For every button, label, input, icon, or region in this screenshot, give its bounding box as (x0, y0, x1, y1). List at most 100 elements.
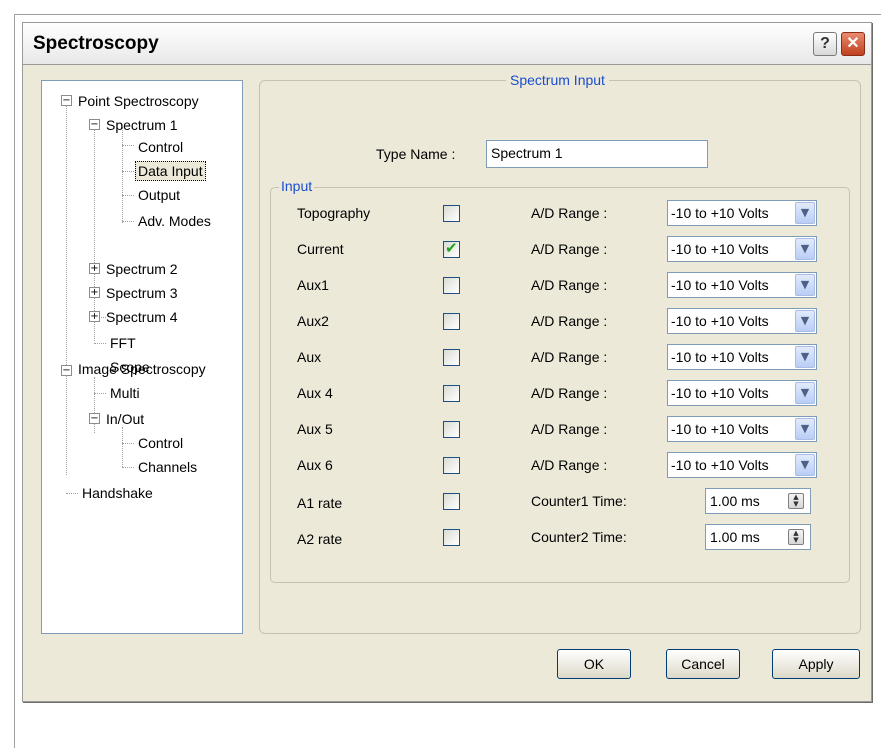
tree-line (122, 127, 123, 223)
tree-item-fft[interactable]: FFT (110, 334, 136, 352)
ad-range-label: A/D Range : (531, 457, 608, 473)
ad-range-select[interactable]: -10 to +10 Volts ▼ (667, 272, 817, 298)
tree-line (122, 171, 134, 172)
chevron-down-icon[interactable]: ▼ (795, 346, 815, 368)
tree-item-spectrum-1[interactable]: Spectrum 1 (106, 116, 178, 134)
chevron-down-icon[interactable]: ▼ (795, 274, 815, 296)
channel-checkbox[interactable] (443, 385, 460, 402)
rate-checkbox[interactable] (443, 493, 460, 510)
ad-range-select[interactable]: -10 to +10 Volts ▼ (667, 236, 817, 262)
tree-item-handshake[interactable]: Handshake (82, 484, 153, 502)
ok-button[interactable]: OK (557, 649, 631, 679)
expand-icon[interactable]: + (89, 311, 100, 322)
chevron-down-icon[interactable]: ▼ (795, 454, 815, 476)
collapse-icon[interactable]: − (89, 119, 100, 130)
tree-item-output[interactable]: Output (138, 186, 180, 204)
navigation-tree[interactable]: − − + + + − − Point Spectroscopy Spectru… (41, 80, 243, 634)
ad-range-label: A/D Range : (531, 205, 608, 221)
ad-range-value: -10 to +10 Volts (671, 457, 769, 473)
chevron-down-icon[interactable]: ▼ (795, 238, 815, 260)
channel-checkbox[interactable] (443, 313, 460, 330)
ad-range-value: -10 to +10 Volts (671, 241, 769, 257)
ad-range-value: -10 to +10 Volts (671, 349, 769, 365)
ad-range-select[interactable]: -10 to +10 Volts ▼ (667, 344, 817, 370)
chevron-down-icon[interactable]: ▼ (795, 418, 815, 440)
input-group-caption: Input (279, 178, 315, 194)
ad-range-value: -10 to +10 Volts (671, 313, 769, 329)
channel-checkbox[interactable] (443, 421, 460, 438)
tree-item-multi[interactable]: Multi (110, 384, 140, 402)
channel-checkbox[interactable] (443, 277, 460, 294)
tree-item-channels[interactable]: Channels (138, 458, 197, 476)
rate-label: A2 rate (297, 531, 343, 547)
channel-label: Aux 6 (297, 457, 333, 473)
tree-line (94, 377, 95, 433)
ad-range-select[interactable]: -10 to +10 Volts ▼ (667, 308, 817, 334)
cancel-button[interactable]: Cancel (666, 649, 740, 679)
counter-time-value: 1.00 ms (710, 529, 760, 545)
spectrum-input-panel: Spectrum Input Type Name : Spectrum 1 In… (259, 72, 861, 634)
ad-range-select[interactable]: -10 to +10 Volts ▼ (667, 416, 817, 442)
channel-label: Aux (297, 349, 322, 365)
expand-icon[interactable]: + (89, 263, 100, 274)
tree-item-spectrum-2[interactable]: Spectrum 2 (106, 260, 178, 278)
tree-item-spectrum-4[interactable]: Spectrum 4 (106, 308, 178, 326)
counter-time-label: Counter2 Time: (531, 529, 627, 545)
tree-line (122, 221, 134, 222)
title-bar: Spectroscopy ? ✕ (23, 23, 871, 65)
chevron-down-icon[interactable]: ▼ (795, 382, 815, 404)
counter-time-label: Counter1 Time: (531, 493, 627, 509)
counter-time-value: 1.00 ms (710, 493, 760, 509)
collapse-icon[interactable]: − (61, 95, 72, 106)
chevron-down-icon[interactable]: ▼ (795, 310, 815, 332)
expand-icon[interactable]: + (89, 287, 100, 298)
channel-label: Aux 4 (297, 385, 333, 401)
ad-range-label: A/D Range : (531, 385, 608, 401)
channel-checkbox[interactable] (443, 457, 460, 474)
tree-item-image-spectroscopy[interactable]: Image Spectroscopy (78, 360, 206, 378)
counter-time-input[interactable]: 1.00 ms ▲ ▼ (705, 524, 811, 550)
tree-item-adv-modes[interactable]: Adv. Modes (138, 212, 211, 230)
tree-line (66, 101, 67, 475)
chevron-down-icon[interactable]: ▼ (795, 202, 815, 224)
collapse-icon[interactable]: − (89, 413, 100, 424)
tree-item-control-2[interactable]: Control (138, 434, 183, 452)
input-group: Input Topography A/D Range : -10 to +10 … (270, 178, 850, 583)
rate-checkbox[interactable] (443, 529, 460, 546)
window-title: Spectroscopy (33, 33, 159, 54)
spin-arrows-icon[interactable]: ▲ ▼ (788, 529, 804, 545)
channel-checkbox[interactable] (443, 205, 460, 222)
collapse-icon[interactable]: − (61, 365, 72, 376)
tree-item-point-spectroscopy[interactable]: Point Spectroscopy (78, 92, 199, 110)
ad-range-select[interactable]: -10 to +10 Volts ▼ (667, 380, 817, 406)
ad-range-label: A/D Range : (531, 277, 608, 293)
spectroscopy-dialog: Spectroscopy ? ✕ − − + + + − − Point Spe… (22, 22, 872, 702)
tree-line (66, 493, 78, 494)
tree-item-spectrum-3[interactable]: Spectrum 3 (106, 284, 178, 302)
tree-item-in-out[interactable]: In/Out (106, 410, 144, 428)
channel-checkbox[interactable] (443, 349, 460, 366)
ad-range-select[interactable]: -10 to +10 Volts ▼ (667, 200, 817, 226)
ad-range-value: -10 to +10 Volts (671, 385, 769, 401)
channel-checkbox[interactable]: ✔ (443, 239, 460, 258)
type-name-input[interactable]: Spectrum 1 (486, 140, 708, 168)
close-button[interactable]: ✕ (841, 32, 865, 56)
apply-button[interactable]: Apply (772, 649, 860, 679)
tree-item-data-input[interactable]: Data Input (135, 161, 206, 181)
tree-line (94, 343, 106, 344)
channel-label: Topography (297, 205, 371, 221)
tree-line (94, 127, 95, 341)
ad-range-label: A/D Range : (531, 421, 608, 437)
rate-label: A1 rate (297, 495, 343, 511)
tree-item-control[interactable]: Control (138, 138, 183, 156)
channel-label: Current (297, 241, 344, 257)
tree-line (122, 145, 134, 146)
tree-line (122, 443, 134, 444)
ad-range-value: -10 to +10 Volts (671, 421, 769, 437)
panel-caption: Spectrum Input (506, 72, 609, 88)
ad-range-select[interactable]: -10 to +10 Volts ▼ (667, 452, 817, 478)
counter-time-input[interactable]: 1.00 ms ▲ ▼ (705, 488, 811, 514)
tree-line (122, 467, 134, 468)
help-button[interactable]: ? (813, 32, 837, 56)
spin-arrows-icon[interactable]: ▲ ▼ (788, 493, 804, 509)
